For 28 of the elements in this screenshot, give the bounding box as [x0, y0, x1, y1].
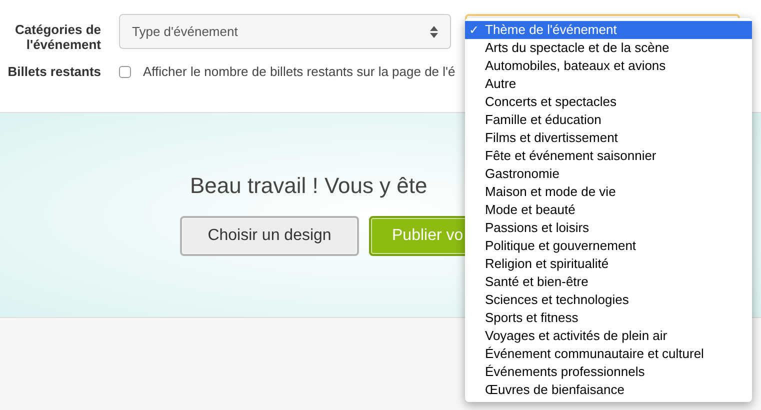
- dropdown-option[interactable]: Religion et spiritualité: [465, 255, 752, 273]
- check-mark-icon: ✓: [465, 21, 485, 39]
- dropdown-option[interactable]: ✓ Thème de l'événement: [465, 21, 752, 39]
- checkbox-label: Afficher le nombre de billets restants sur la page de l'é: [143, 64, 456, 80]
- dropdown-option[interactable]: Maison et mode de vie: [465, 183, 752, 201]
- dropdown-option[interactable]: Concerts et spectacles: [465, 93, 752, 111]
- dropdown-option[interactable]: Gastronomie: [465, 165, 752, 183]
- dropdown-option[interactable]: Œuvres de bienfaisance: [465, 381, 752, 399]
- dropdown-option[interactable]: Événements professionnels: [465, 363, 752, 381]
- dropdown-option[interactable]: Voyages et activités de plein air: [465, 327, 752, 345]
- dropdown-option[interactable]: Sciences et technologies: [465, 291, 752, 309]
- updown-caret-icon: [430, 26, 438, 38]
- dropdown-option[interactable]: Automobiles, bateaux et avions: [465, 57, 752, 75]
- hero-heading: Beau travail ! Vous y ête: [190, 173, 428, 199]
- select-field[interactable]: Type d'événement: [119, 14, 451, 49]
- dropdown-option[interactable]: Événement communautaire et culturel: [465, 345, 752, 363]
- dropdown-option[interactable]: Fête et événement saisonnier: [465, 147, 752, 165]
- dropdown-option[interactable]: Films et divertissement: [465, 129, 752, 147]
- dropdown-option[interactable]: Santé et bien-être: [465, 273, 752, 291]
- dropdown-option[interactable]: Arts du spectacle et de la scène: [465, 39, 752, 57]
- dropdown-option[interactable]: Sports et fitness: [465, 309, 752, 327]
- checkbox[interactable]: [119, 66, 131, 78]
- field-label: Catégories de l'événement: [14, 21, 101, 52]
- field-label: Billets restants: [6, 64, 101, 79]
- design-button[interactable]: Choisir un design: [180, 216, 359, 256]
- dropdown-option[interactable]: Autre: [465, 75, 752, 93]
- dropdown-option[interactable]: Mode et beauté: [465, 201, 752, 219]
- dropdown-option[interactable]: Famille et éducation: [465, 111, 752, 129]
